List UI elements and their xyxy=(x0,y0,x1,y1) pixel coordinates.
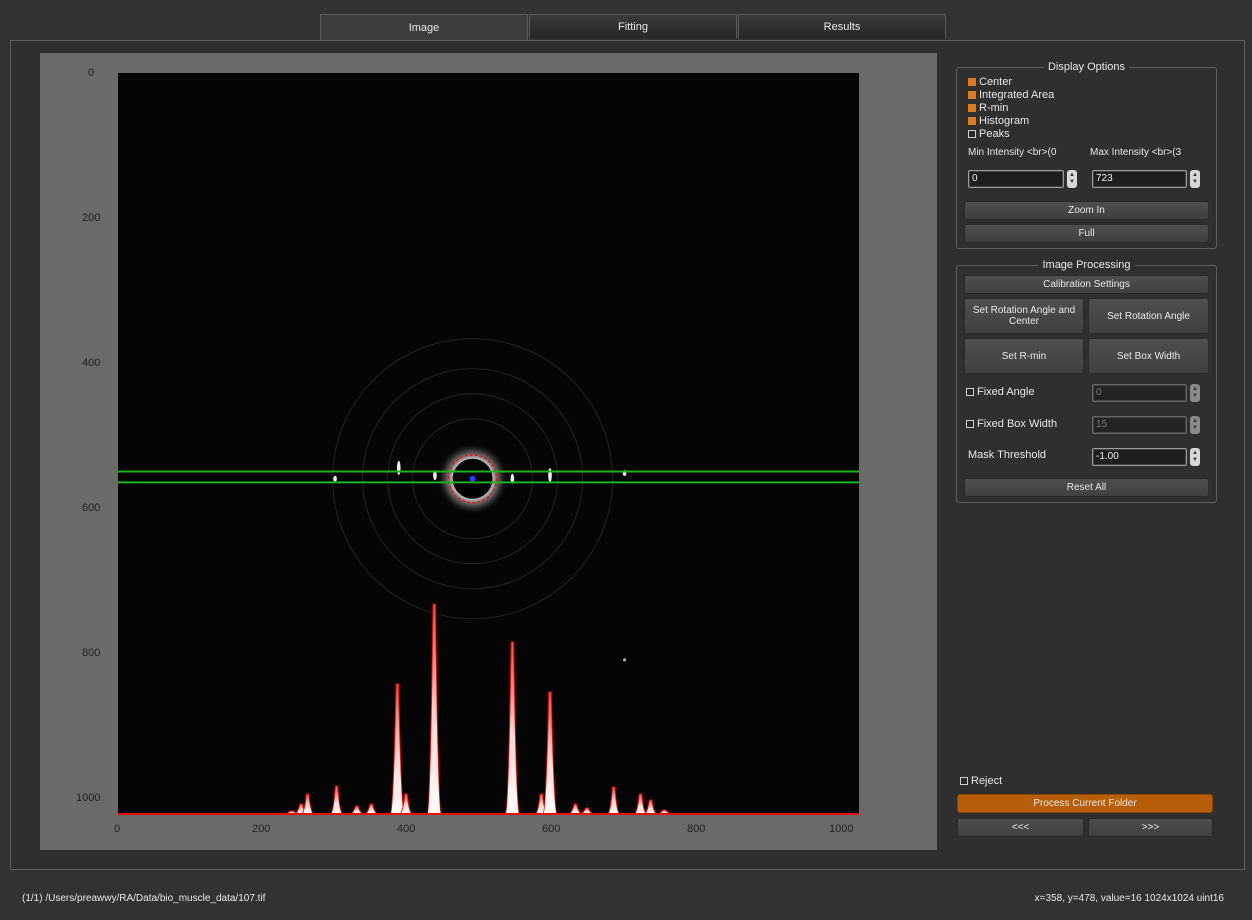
spin-arrows-icon[interactable]: ▲ ▼ xyxy=(1190,169,1200,188)
fixed-box-width-input[interactable] xyxy=(1092,415,1187,434)
x-tick-label: 0 xyxy=(114,823,121,835)
checkbox-box[interactable] xyxy=(968,130,976,138)
stray-spot xyxy=(623,658,627,662)
spin-arrows-icon[interactable]: ▲ ▼ xyxy=(1190,447,1200,466)
checkbox-label: Fixed Angle xyxy=(977,386,1035,398)
status-file-path: (1/1) /Users/preawwy/RA/Data/bio_muscle_… xyxy=(22,893,266,904)
checkbox-label: Integrated Area xyxy=(979,89,1055,101)
tab-image[interactable]: Image xyxy=(320,14,528,40)
rmin-checkbox[interactable]: R-min xyxy=(968,102,1008,114)
checkbox-box[interactable] xyxy=(960,777,968,785)
histogram-checkbox[interactable]: Histogram xyxy=(968,115,1029,127)
min-intensity-spinbox[interactable]: ▲▼ xyxy=(968,169,1077,188)
reset-all-button[interactable]: Reset All xyxy=(964,478,1209,497)
y-tick-label: 200 xyxy=(82,212,101,224)
reflection-spot xyxy=(333,475,337,482)
checkbox-label: Fixed Box Width xyxy=(977,418,1058,430)
checkbox-label: R-min xyxy=(979,102,1009,114)
integrated-area-checkbox[interactable]: Integrated Area xyxy=(968,89,1054,101)
fixed-angle-checkbox[interactable]: Fixed Angle xyxy=(966,386,1034,398)
calibration-settings-button[interactable]: Calibration Settings xyxy=(964,275,1209,294)
process-current-folder-button[interactable]: Process Current Folder xyxy=(957,794,1213,813)
max-intensity-spinbox[interactable]: ▲▼ xyxy=(1092,169,1200,188)
mask-threshold-spinbox[interactable]: ▲▼ xyxy=(1092,447,1200,466)
tab-bar: Image Fitting Results xyxy=(320,14,947,40)
fixed-angle-spinbox[interactable]: ▲▼ xyxy=(1092,383,1200,402)
image-processing-title: Image Processing xyxy=(957,259,1216,271)
checkbox-label: Reject xyxy=(971,775,1003,787)
set-rotation-angle-button[interactable]: Set Rotation Angle xyxy=(1088,298,1209,334)
x-tick-label: 400 xyxy=(397,823,416,835)
zoom-in-button[interactable]: Zoom In xyxy=(964,201,1209,220)
reject-checkbox[interactable]: Reject xyxy=(960,775,1002,787)
max-intensity-label: Max Intensity <br>(3 xyxy=(1090,147,1182,158)
checkbox-box[interactable] xyxy=(968,78,976,86)
x-tick-label: 1000 xyxy=(829,823,854,835)
peaks-checkbox[interactable]: Peaks xyxy=(968,128,1010,140)
checkbox-box[interactable] xyxy=(968,104,976,112)
status-cursor-info: x=358, y=478, value=16 1024x1024 uint16 xyxy=(1034,893,1224,904)
x-tick-label: 200 xyxy=(252,823,271,835)
y-tick-label: 800 xyxy=(82,647,101,659)
spin-arrows-icon[interactable]: ▲ ▼ xyxy=(1067,169,1077,188)
diffraction-image-plot[interactable] xyxy=(118,73,859,815)
checkbox-box[interactable] xyxy=(968,117,976,125)
center-checkbox[interactable]: Center xyxy=(968,76,1012,88)
y-tick-label: 600 xyxy=(82,502,101,514)
x-tick-label: 800 xyxy=(687,823,706,835)
tab-results[interactable]: Results xyxy=(738,14,946,38)
fixed-box-width-checkbox[interactable]: Fixed Box Width xyxy=(966,418,1057,430)
set-box-width-button[interactable]: Set Box Width xyxy=(1088,338,1209,374)
tab-fitting[interactable]: Fitting xyxy=(529,14,737,38)
reflection-spot xyxy=(548,468,552,483)
checkbox-label: Center xyxy=(979,76,1013,88)
mask-threshold-label: Mask Threshold xyxy=(968,449,1047,461)
display-options-title: Display Options xyxy=(957,61,1216,73)
checkbox-box[interactable] xyxy=(968,91,976,99)
checkbox-box[interactable] xyxy=(966,420,974,428)
next-image-button[interactable]: >>> xyxy=(1088,818,1213,837)
min-intensity-input[interactable] xyxy=(968,169,1064,188)
y-tick-label: 0 xyxy=(88,67,95,79)
min-intensity-label: Min Intensity <br>(0 xyxy=(968,147,1057,158)
set-rotation-angle-and-center-button[interactable]: Set Rotation Angle and Center xyxy=(964,298,1084,334)
diffraction-image[interactable] xyxy=(118,73,859,815)
mask-threshold-input[interactable] xyxy=(1092,447,1187,466)
checkbox-label: Peaks xyxy=(979,128,1010,140)
y-tick-label: 1000 xyxy=(76,792,101,804)
fixed-box-width-spinbox[interactable]: ▲▼ xyxy=(1092,415,1200,434)
x-tick-label: 600 xyxy=(542,823,561,835)
center-marker xyxy=(469,475,476,482)
image-background xyxy=(118,73,859,815)
checkbox-label: Histogram xyxy=(979,115,1030,127)
checkbox-box[interactable] xyxy=(966,388,974,396)
spin-arrows-icon[interactable]: ▲ ▼ xyxy=(1190,383,1200,402)
fixed-angle-input[interactable] xyxy=(1092,383,1187,402)
full-button[interactable]: Full xyxy=(964,224,1209,243)
reflection-spot xyxy=(396,460,401,475)
spin-arrows-icon[interactable]: ▲ ▼ xyxy=(1190,415,1200,434)
set-rmin-button[interactable]: Set R-min xyxy=(964,338,1084,374)
max-intensity-input[interactable] xyxy=(1092,169,1187,188)
previous-image-button[interactable]: <<< xyxy=(957,818,1084,837)
y-tick-label: 400 xyxy=(82,357,101,369)
